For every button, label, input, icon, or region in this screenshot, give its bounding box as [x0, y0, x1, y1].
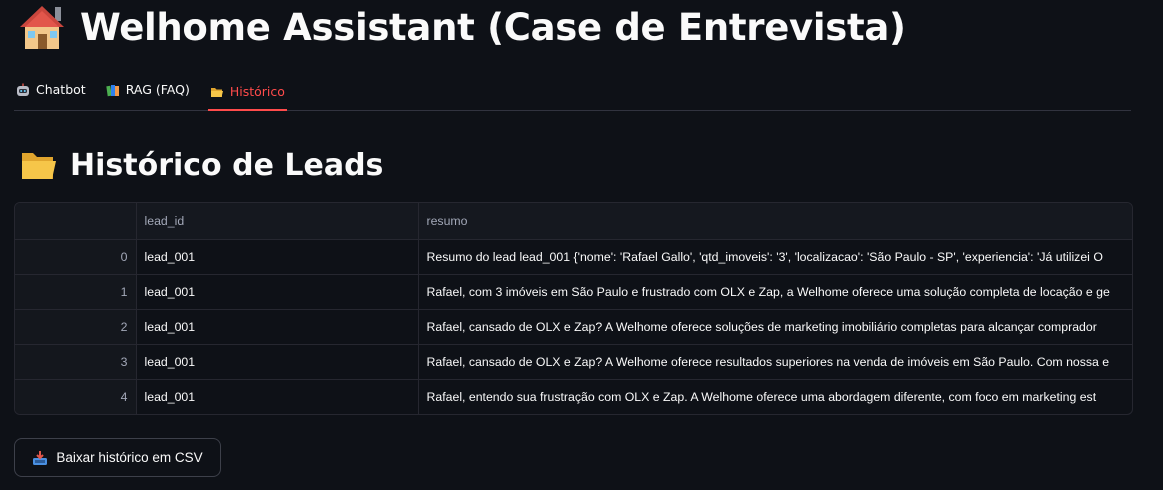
section-header: Histórico de Leads	[20, 142, 383, 188]
tab-label: RAG (FAQ)	[125, 82, 190, 97]
page-title: Welhome Assistant (Case de Entrevista)	[80, 5, 906, 49]
folder-icon	[22, 153, 56, 179]
column-header-lead-id[interactable]: lead_id	[136, 203, 419, 240]
cell-lead-id[interactable]: lead_001	[136, 309, 419, 345]
table-row[interactable]: 2 lead_001 Rafael, cansado de OLX e Zap?…	[15, 309, 1132, 345]
cell-resumo[interactable]: Rafael, cansado de OLX e Zap? A Welhome …	[418, 309, 1132, 345]
cell-lead-id[interactable]: lead_001	[136, 274, 419, 310]
tab-rag-faq[interactable]: RAG (FAQ)	[104, 74, 192, 105]
table-row[interactable]: 0 lead_001 Resumo do lead lead_001 {'nom…	[15, 239, 1132, 275]
table-row[interactable]: 4 lead_001 Rafael, entendo sua frustraçã…	[15, 379, 1132, 414]
column-header-index[interactable]	[15, 203, 137, 240]
table-row[interactable]: 3 lead_001 Rafael, cansado de OLX e Zap?…	[15, 344, 1132, 380]
table-header-row: lead_id resumo	[15, 203, 1132, 240]
books-icon	[106, 84, 119, 96]
row-index: 0	[15, 239, 137, 275]
table-row[interactable]: 1 lead_001 Rafael, com 3 imóveis em São …	[15, 274, 1132, 310]
row-index: 3	[15, 344, 137, 380]
leads-table[interactable]: lead_id resumo 0 lead_001 Resumo do lead…	[14, 202, 1133, 415]
column-header-resumo[interactable]: resumo	[418, 203, 1132, 240]
section-title: Histórico de Leads	[70, 147, 384, 183]
download-csv-button[interactable]: Baixar histórico em CSV	[14, 438, 221, 477]
robot-icon	[17, 83, 29, 96]
tab-historico[interactable]: Histórico	[207, 74, 287, 111]
download-button-label: Baixar histórico em CSV	[56, 450, 203, 465]
cell-lead-id[interactable]: lead_001	[136, 344, 419, 380]
tab-chatbot[interactable]: Chatbot	[14, 74, 88, 105]
app-header: Welhome Assistant (Case de Entrevista)	[18, 2, 906, 52]
cell-resumo[interactable]: Rafael, entendo sua frustração com OLX e…	[418, 379, 1132, 414]
house-icon	[20, 6, 64, 49]
tab-bar: Chatbot RAG (FAQ) Histórico	[14, 74, 1131, 111]
cell-lead-id[interactable]: lead_001	[136, 379, 419, 414]
folder-icon	[210, 87, 223, 97]
cell-resumo[interactable]: Resumo do lead lead_001 {'nome': 'Rafael…	[418, 239, 1132, 275]
cell-resumo[interactable]: Rafael, com 3 imóveis em São Paulo e fru…	[418, 274, 1132, 310]
row-index: 2	[15, 309, 137, 345]
cell-resumo[interactable]: Rafael, cansado de OLX e Zap? A Welhome …	[418, 344, 1132, 380]
app-page: Welhome Assistant (Case de Entrevista) C…	[0, 0, 1163, 490]
data-table: lead_id resumo 0 lead_001 Resumo do lead…	[15, 203, 1132, 414]
cell-lead-id[interactable]: lead_001	[136, 239, 419, 275]
tab-label: Histórico	[229, 84, 285, 99]
inbox-tray-icon	[33, 450, 48, 465]
tab-label: Chatbot	[36, 82, 86, 97]
row-index: 1	[15, 274, 137, 310]
row-index: 4	[15, 379, 137, 414]
